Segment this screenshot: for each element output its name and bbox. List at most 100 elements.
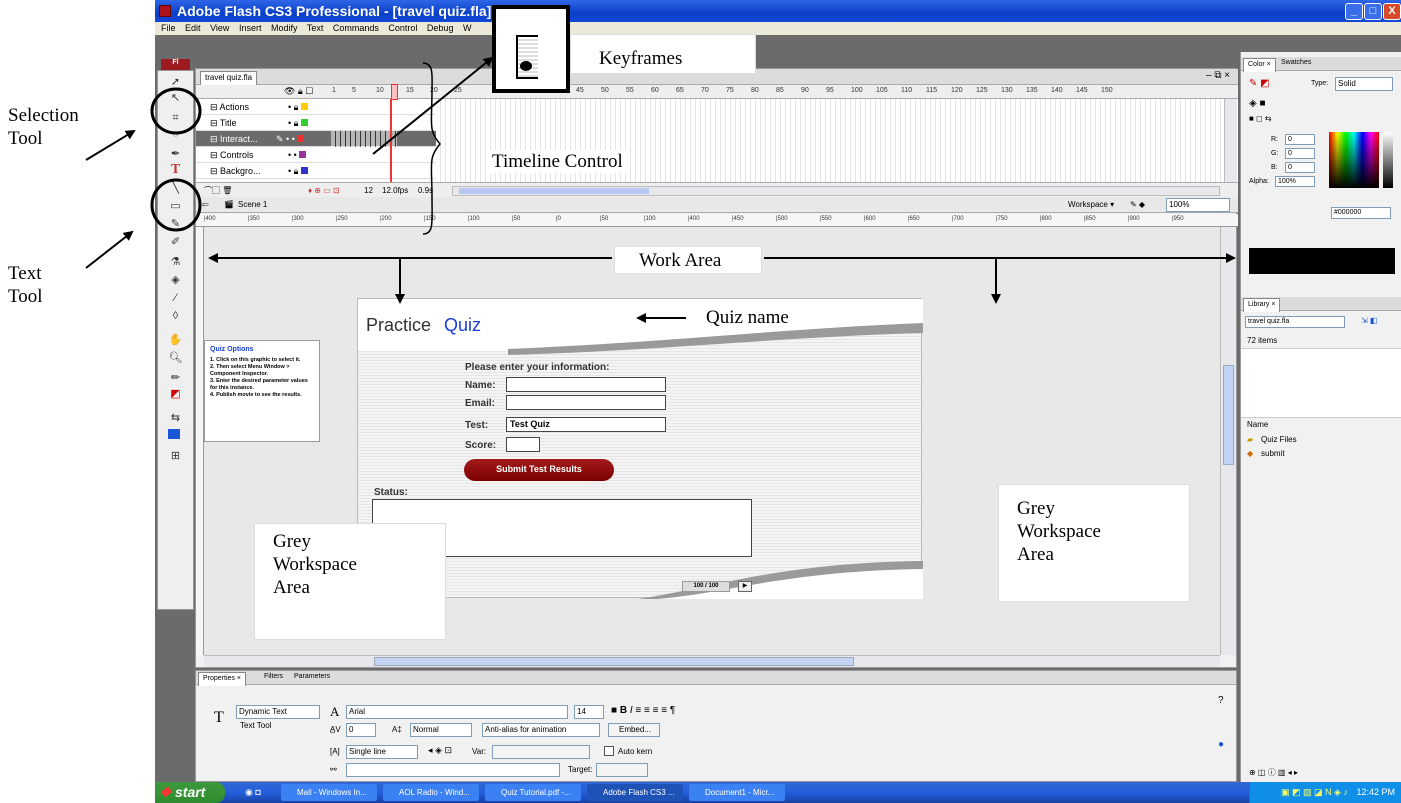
library-name-header[interactable]: Name <box>1247 420 1268 429</box>
zoom-tool-icon[interactable]: 🔍︎ <box>158 351 193 365</box>
text-type-select[interactable]: Dynamic Text <box>236 705 320 719</box>
layer-row[interactable]: ⊟ Actions • 🔒︎ <box>196 99 436 115</box>
menu-control[interactable]: Control <box>388 23 417 33</box>
edit-symbols-icon[interactable]: ✎ ◆ <box>1130 197 1145 213</box>
quick-launch-icons[interactable]: ◉ ◘ <box>245 782 261 803</box>
playhead[interactable] <box>391 84 398 100</box>
stroke-color-swatch-icon[interactable]: ✎ ◩ <box>1249 78 1270 89</box>
layer-row-selected[interactable]: ⊟ Interact... ✎ • • <box>196 131 436 147</box>
email-field[interactable] <box>506 395 666 410</box>
eyedropper-tool-icon[interactable]: ⁄ <box>158 291 193 305</box>
task-quiz-pdf[interactable]: Quiz Tutorial.pdf -... <box>485 784 581 801</box>
help-icon[interactable]: ? <box>1218 695 1224 706</box>
fill-swatch-icon[interactable] <box>168 429 180 439</box>
pencil-tool-icon[interactable]: ✎ <box>158 217 193 231</box>
ink-bottle-tool-icon[interactable]: ⚗ <box>158 255 193 269</box>
eraser-tool-icon[interactable]: ◊ <box>158 309 193 323</box>
tab-parameters[interactable]: Parameters <box>294 673 330 680</box>
close-button[interactable]: X <box>1383 3 1401 20</box>
r-field[interactable]: 0 <box>1285 134 1315 145</box>
menu-file[interactable]: File <box>161 23 176 33</box>
g-field[interactable]: 0 <box>1285 148 1315 159</box>
brush-tool-icon[interactable]: ✐ <box>158 235 193 249</box>
auto-kern-checkbox[interactable] <box>604 746 614 756</box>
tab-color[interactable]: Color × <box>1243 58 1276 72</box>
tab-library[interactable]: Library × <box>1243 298 1281 312</box>
work-area-horizontal-scrollbar[interactable] <box>204 655 1220 667</box>
b-field[interactable]: 0 <box>1285 162 1315 173</box>
menu-commands[interactable]: Commands <box>333 23 379 33</box>
color-spectrum-picker[interactable] <box>1329 132 1379 188</box>
library-file-select[interactable]: travel quiz.fla <box>1245 316 1345 328</box>
layer-row[interactable]: ⊟ Controls • • <box>196 147 436 163</box>
next-arrow-icon[interactable]: ▶ <box>738 581 752 592</box>
timeline-layer-toggles-icon[interactable]: 👁︎ 🔒︎ ☐ <box>284 86 313 97</box>
start-button[interactable]: ❖ start <box>155 782 225 803</box>
scroll-thumb[interactable] <box>459 188 649 194</box>
submit-test-results-button[interactable]: Submit Test Results <box>464 459 614 481</box>
scroll-thumb[interactable] <box>374 657 854 666</box>
menu-insert[interactable]: Insert <box>239 23 262 33</box>
free-transform-tool-icon[interactable]: ⌗ <box>158 111 193 125</box>
selected-frames[interactable] <box>331 131 397 147</box>
tab-swatches[interactable]: Swatches <box>1281 59 1311 66</box>
text-tool-icon[interactable]: T <box>158 163 193 177</box>
url-field[interactable] <box>346 763 560 777</box>
task-mail[interactable]: Mail - Windows In... <box>281 784 377 801</box>
menu-window[interactable]: W <box>463 23 472 33</box>
paint-bucket-tool-icon[interactable]: ◈ <box>158 273 193 287</box>
fill-color-swatch-icon[interactable]: ◈ ■ <box>1249 98 1266 109</box>
char-position-select[interactable]: Normal <box>410 723 472 737</box>
doc-window-controls-icon[interactable]: – ⧉ × <box>1206 70 1230 81</box>
library-item-quiz-files[interactable]: Quiz Files <box>1261 435 1297 444</box>
font-size-field[interactable]: 14 <box>574 705 604 719</box>
zoom-select[interactable]: 100% <box>1166 198 1230 212</box>
test-field[interactable]: Test Quiz <box>506 417 666 432</box>
text-options-icons[interactable]: ◂ ◈ ⊡ <box>428 745 452 756</box>
accessibility-icon[interactable]: ● <box>1218 739 1224 750</box>
layer-visibility-icon[interactable]: • 🔒︎ <box>288 99 308 115</box>
fill-type-select[interactable]: Solid <box>1335 77 1393 91</box>
menu-edit[interactable]: Edit <box>185 23 201 33</box>
maximize-button[interactable]: □ <box>1364 3 1382 20</box>
line-type-select[interactable]: Single line <box>346 745 418 759</box>
menu-modify[interactable]: Modify <box>271 23 298 33</box>
layer-visibility-icon[interactable]: • 🔒︎ <box>288 163 308 179</box>
library-pin-icon[interactable]: ⇲ ◧ <box>1361 316 1377 325</box>
work-area-vertical-scrollbar[interactable] <box>1220 227 1236 655</box>
hex-field[interactable]: #000000 <box>1331 207 1391 219</box>
workspace-menu[interactable]: Workspace ▾ <box>1068 197 1114 213</box>
text-format-icons[interactable]: ■ B I ≡ ≡ ≡ ≡ ¶ <box>611 705 675 716</box>
menu-text[interactable]: Text <box>307 23 324 33</box>
name-field[interactable] <box>506 377 666 392</box>
fill-color-icon[interactable]: ◩ <box>158 387 193 401</box>
task-flash[interactable]: Adobe Flash CS3 ... <box>587 784 683 801</box>
rectangle-tool-icon[interactable]: ▭ <box>158 199 193 213</box>
timeline-vertical-scrollbar[interactable] <box>1224 99 1237 182</box>
hand-tool-icon[interactable]: ✋ <box>158 333 193 347</box>
antialias-select[interactable]: Anti-alias for animation <box>482 723 600 737</box>
subselection-tool-icon[interactable]: ↖ <box>158 91 193 105</box>
tray-icons[interactable]: ▣ ◩ ▧ ◪ N ◈ ♪ <box>1281 787 1348 797</box>
stroke-color-icon[interactable]: ✏ <box>158 371 193 385</box>
line-tool-icon[interactable]: ╲ <box>158 181 193 195</box>
pen-tool-icon[interactable]: ✒ <box>158 147 193 161</box>
timeline-horizontal-scrollbar[interactable] <box>452 186 1220 196</box>
quiz-options-box[interactable]: Quiz Options 1. Click on this graphic to… <box>204 340 320 442</box>
color-swap-icon[interactable]: ⇆ <box>158 411 193 425</box>
document-tab[interactable]: travel quiz.fla <box>200 71 258 85</box>
library-item-submit[interactable]: submit <box>1261 449 1285 458</box>
tab-filters[interactable]: Filters <box>264 673 283 680</box>
task-word-document[interactable]: Document1 - Micr... <box>689 784 785 801</box>
var-field[interactable] <box>492 745 590 759</box>
layer-visibility-icon[interactable]: • • <box>288 147 307 163</box>
library-footer-icons[interactable]: ⊕ ◫ ⓘ ▥ ◂ ▸ <box>1249 767 1298 778</box>
snap-option-icon[interactable]: ⊞ <box>158 449 193 463</box>
color-tools-icons[interactable]: ■ ◻ ⇆ <box>1249 114 1272 123</box>
selection-tool-icon[interactable]: ➚ <box>158 75 193 89</box>
tab-properties[interactable]: Properties × <box>198 672 246 686</box>
scene-name[interactable]: Scene 1 <box>238 197 267 213</box>
font-select[interactable]: Arial <box>346 705 568 719</box>
layer-row[interactable]: ⊟ Title • 🔒︎ <box>196 115 436 131</box>
lasso-tool-icon[interactable]: ◌ <box>158 127 193 141</box>
